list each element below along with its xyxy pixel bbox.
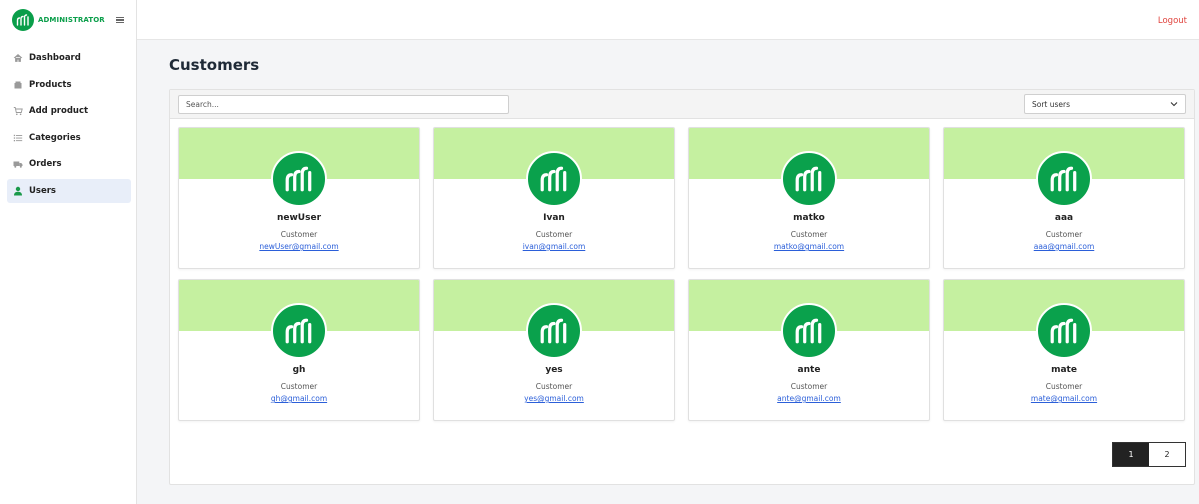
truck-icon xyxy=(13,159,23,169)
avatar-logo-icon xyxy=(526,151,582,207)
user-card[interactable]: gh Customer gh@gmail.com xyxy=(178,279,420,421)
home-icon xyxy=(13,53,23,63)
user-card-grid: newUser Customer newUser@gmail.com Ivan Cust… xyxy=(178,127,1185,421)
brand: ADMINISTRATOR xyxy=(0,0,136,40)
sort-selected-value: Sort users xyxy=(1032,99,1071,109)
user-card[interactable]: yes Customer yes@gmail.com xyxy=(433,279,675,421)
customers-panel: Sort users newUser Customer newUser@gmail.… xyxy=(169,89,1195,485)
user-role: Customer xyxy=(280,382,318,391)
panel-toolbar: Sort users xyxy=(170,90,1194,119)
user-email-link[interactable]: aaa@gmail.com xyxy=(944,242,1184,251)
sidebar-item-dashboard[interactable]: Dashboard xyxy=(7,46,131,70)
user-email-link[interactable]: ante@gmail.com xyxy=(689,394,929,403)
user-role: Customer xyxy=(790,382,828,391)
user-role: Customer xyxy=(1045,382,1083,391)
avatar-logo-icon xyxy=(781,303,837,359)
user-email-link[interactable]: newUser@gmail.com xyxy=(179,242,419,251)
sidebar-item-label: Users xyxy=(29,185,56,196)
user-card[interactable]: mate Customer mate@gmail.com xyxy=(943,279,1185,421)
user-role: Customer xyxy=(535,230,573,239)
user-card[interactable]: Ivan Customer ivan@gmail.com xyxy=(433,127,675,269)
user-card[interactable]: aaa Customer aaa@gmail.com xyxy=(943,127,1185,269)
sidebar-item-add-product[interactable]: Add product xyxy=(7,99,131,123)
sidebar-item-label: Dashboard xyxy=(29,53,81,63)
user-name: matko xyxy=(793,213,825,223)
user-name: ante xyxy=(797,365,821,375)
sidebar: ADMINISTRATOR Dashboard Products Add pro… xyxy=(0,0,137,504)
logout-link[interactable]: Logout xyxy=(1158,16,1187,26)
menu-toggle-icon[interactable] xyxy=(116,16,124,24)
brand-name: ADMINISTRATOR xyxy=(38,16,105,24)
list-icon xyxy=(13,133,23,143)
sidebar-nav: Dashboard Products Add product Categorie… xyxy=(0,46,136,203)
brand-logo-icon[interactable] xyxy=(12,9,34,31)
sidebar-item-label: Add product xyxy=(29,106,89,116)
user-name: aaa xyxy=(1054,213,1074,223)
page-button-1[interactable]: 1 xyxy=(1113,443,1149,466)
page-button-2[interactable]: 2 xyxy=(1149,443,1185,466)
avatar-logo-icon xyxy=(1036,151,1092,207)
sidebar-item-orders[interactable]: Orders xyxy=(7,152,131,176)
box-icon xyxy=(13,80,23,90)
user-role: Customer xyxy=(280,230,318,239)
sidebar-item-products[interactable]: Products xyxy=(7,73,131,97)
user-name: yes xyxy=(545,365,563,375)
user-email-link[interactable]: mate@gmail.com xyxy=(944,394,1184,403)
sidebar-item-label: Orders xyxy=(29,159,62,169)
user-email-link[interactable]: ivan@gmail.com xyxy=(434,242,674,251)
sort-users-select[interactable]: Sort users xyxy=(1024,94,1186,114)
cart-icon xyxy=(13,106,23,116)
user-card[interactable]: newUser Customer newUser@gmail.com xyxy=(178,127,420,269)
user-card[interactable]: matko Customer matko@gmail.com xyxy=(688,127,930,269)
search-input[interactable] xyxy=(178,95,509,114)
user-name: mate xyxy=(1051,365,1077,375)
avatar-logo-icon xyxy=(271,151,327,207)
user-name: Ivan xyxy=(543,213,565,223)
user-role: Customer xyxy=(535,382,573,391)
user-card[interactable]: ante Customer ante@gmail.com xyxy=(688,279,930,421)
top-bar: Logout xyxy=(137,0,1199,40)
sidebar-item-categories[interactable]: Categories xyxy=(7,126,131,150)
avatar-logo-icon xyxy=(781,151,837,207)
user-email-link[interactable]: gh@gmail.com xyxy=(179,394,419,403)
avatar-logo-icon xyxy=(271,303,327,359)
page-title: Customers xyxy=(169,56,260,74)
pagination: 1 2 xyxy=(1112,442,1186,467)
user-email-link[interactable]: matko@gmail.com xyxy=(689,242,929,251)
sidebar-item-users[interactable]: Users xyxy=(7,178,131,203)
avatar-logo-icon xyxy=(526,303,582,359)
chevron-down-icon xyxy=(1170,100,1178,108)
avatar-logo-icon xyxy=(1036,303,1092,359)
user-role: Customer xyxy=(1045,230,1083,239)
user-icon xyxy=(13,186,23,196)
user-name: newUser xyxy=(276,213,322,223)
sidebar-item-label: Categories xyxy=(29,132,81,143)
user-role: Customer xyxy=(790,230,828,239)
sidebar-item-label: Products xyxy=(29,79,72,90)
user-email-link[interactable]: yes@gmail.com xyxy=(434,394,674,403)
user-name: gh xyxy=(292,365,306,375)
